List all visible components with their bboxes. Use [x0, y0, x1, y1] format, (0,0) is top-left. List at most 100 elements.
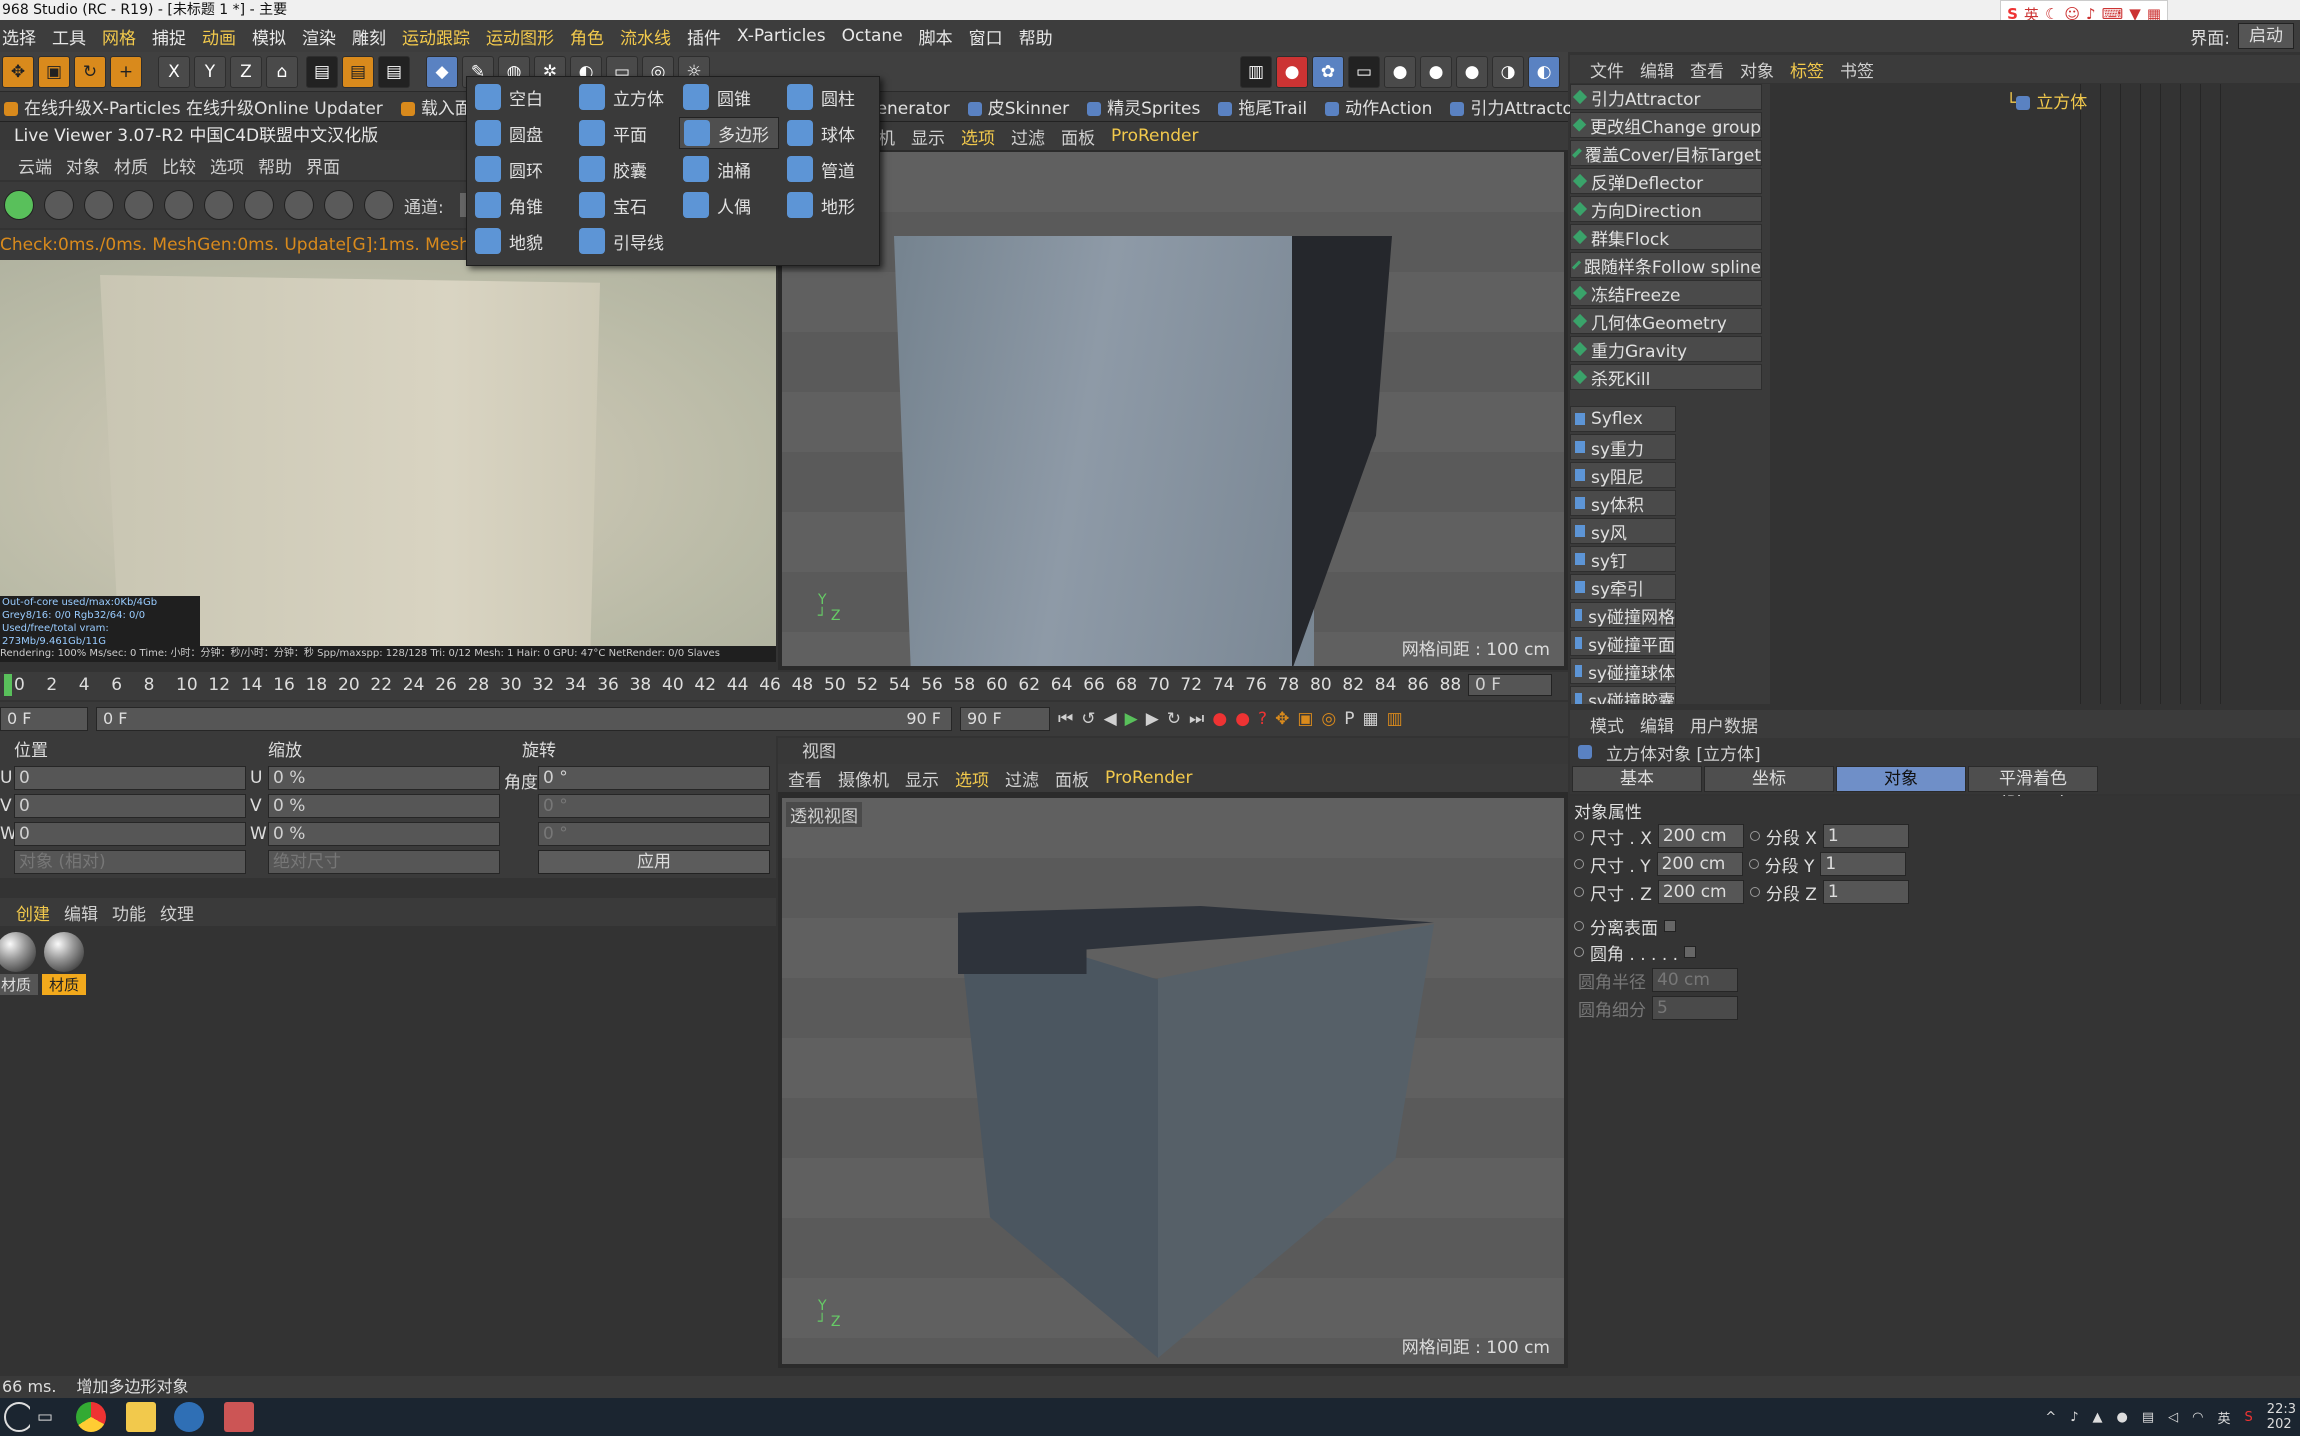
xp-tag-item[interactable]: 重力Gravity: [1570, 336, 1762, 362]
liveviewer-menu-item[interactable]: 云端: [18, 153, 52, 178]
menu-item[interactable]: Octane: [842, 26, 903, 46]
viewport-top-canvas[interactable]: Y ┘ Z 网格间距 : 100 cm: [782, 152, 1564, 666]
xp-tag-item[interactable]: 冻结Freeze: [1570, 280, 1762, 306]
material-icon[interactable]: [244, 190, 274, 220]
fillet-sub-field[interactable]: 5: [1652, 996, 1738, 1020]
tab-object[interactable]: 对象: [1836, 766, 1966, 792]
coord-system-icon[interactable]: ⌂: [266, 56, 298, 88]
keyframe-help-icon[interactable]: ?: [1258, 709, 1267, 729]
material-sphere3-icon[interactable]: ●: [1456, 56, 1488, 88]
add-tool-icon[interactable]: +: [110, 56, 142, 88]
material-sphere1-icon[interactable]: ●: [1384, 56, 1416, 88]
tray-lang[interactable]: 英: [2218, 1408, 2231, 1427]
om-menu-item[interactable]: 标签: [1790, 57, 1824, 82]
om-menu-item[interactable]: 对象: [1740, 57, 1774, 82]
auto-key-icon[interactable]: ●: [1235, 709, 1250, 729]
menu-item[interactable]: 运动图形: [486, 24, 554, 49]
start-frame-field[interactable]: 0 F: [0, 707, 88, 731]
anim-dot[interactable]: [1574, 859, 1584, 869]
am-menu-item[interactable]: 用户数据: [1690, 712, 1758, 737]
primitive-item[interactable]: 角锥: [471, 189, 571, 221]
wechat-icon[interactable]: ●: [2117, 1410, 2128, 1425]
primitive-item[interactable]: 平面: [575, 117, 675, 149]
timeline[interactable]: 0 2 4 6 8 10 12 14 16 18 20 22 24 26 28 30 32 34 36 38 40 42 4…: [0, 672, 1568, 700]
pos-u-field[interactable]: 0: [14, 766, 246, 790]
size-y-field[interactable]: 200 cm: [1656, 852, 1743, 876]
primitive-item[interactable]: 圆环: [471, 153, 571, 185]
xp-tag-item[interactable]: 杀死Kill: [1570, 364, 1762, 390]
sy-tag-item[interactable]: sy体积: [1570, 490, 1676, 516]
record-icon[interactable]: ●: [1212, 709, 1227, 729]
primitive-item[interactable]: 油桶: [679, 153, 779, 185]
seg-z-field[interactable]: 1: [1822, 880, 1909, 904]
current-frame-field[interactable]: 0 F: [1468, 674, 1552, 696]
pos-w-field[interactable]: 0: [14, 822, 246, 846]
sy-tag-item[interactable]: Syflex: [1570, 406, 1676, 432]
xp-tag-item[interactable]: 更改组Change group: [1570, 112, 1762, 138]
folder-icon[interactable]: [126, 1402, 156, 1432]
z-axis-icon[interactable]: Z: [230, 56, 262, 88]
sy-tag-item[interactable]: sy碰撞胶囊: [1570, 686, 1676, 704]
apply-button[interactable]: 应用: [538, 850, 770, 874]
material-menu-item[interactable]: 纹理: [160, 900, 194, 925]
task-view-icon[interactable]: ▭: [30, 1402, 60, 1432]
tab-phong[interactable]: 平滑着色(Phong): [1968, 766, 2098, 813]
primitive-item[interactable]: 空白: [471, 81, 571, 113]
menu-item[interactable]: 插件: [687, 24, 721, 49]
clock[interactable]: 22:3 202: [2267, 1402, 2296, 1432]
end-frame-field[interactable]: 90 F: [960, 707, 1050, 731]
pos-v-field[interactable]: 0: [14, 794, 246, 818]
rot-field-2[interactable]: 0 °: [538, 794, 770, 818]
viewport-menu-item[interactable]: ProRender: [1111, 126, 1199, 146]
rot-field-1[interactable]: 0 °: [538, 766, 770, 790]
sy-tag-item[interactable]: sy重力: [1570, 434, 1676, 460]
tree-node-cube[interactable]: └ 立方体: [2006, 88, 2087, 113]
region-icon[interactable]: [124, 190, 154, 220]
xp-bar-item[interactable]: 动作Action: [1325, 94, 1432, 119]
rotate-tool-icon[interactable]: ↻: [74, 56, 106, 88]
xp-tag-item[interactable]: 几何体Geometry: [1570, 308, 1762, 334]
xp-tag-item[interactable]: 反弹Deflector: [1570, 168, 1762, 194]
octane-toggle-icon[interactable]: ◐: [1528, 56, 1560, 88]
menu-item[interactable]: 雕刻: [352, 24, 386, 49]
lock-icon[interactable]: [204, 190, 234, 220]
render-settings-icon[interactable]: ▤: [378, 56, 410, 88]
menu-item[interactable]: 网格: [102, 24, 136, 49]
network-icon[interactable]: ▤: [2142, 1410, 2154, 1425]
primitive-item[interactable]: 地貌: [471, 225, 571, 257]
xp-bar-item[interactable]: 皮Skinner: [967, 94, 1069, 119]
primitive-item[interactable]: 立方体: [575, 81, 675, 113]
anim-dot[interactable]: [1749, 887, 1760, 897]
coord-mode-dropdown[interactable]: 对象 (相对): [14, 850, 246, 874]
key-pla-icon[interactable]: ▦: [1363, 709, 1379, 729]
timeline-menu-icon[interactable]: ▥: [1387, 709, 1403, 729]
cube-object-icon[interactable]: ◆: [426, 56, 458, 88]
anim-dot[interactable]: [1749, 831, 1760, 841]
liveviewer-menu-item[interactable]: 选项: [210, 153, 244, 178]
primitive-item[interactable]: 引导线: [575, 225, 675, 257]
render-picture-icon[interactable]: ▤: [342, 56, 374, 88]
sy-tag-item[interactable]: sy阻尼: [1570, 462, 1676, 488]
primitive-item[interactable]: 圆锥: [679, 81, 779, 113]
primitive-item[interactable]: 胶囊: [575, 153, 675, 185]
octane-scene-icon[interactable]: ✿: [1312, 56, 1344, 88]
sy-tag-item[interactable]: sy风: [1570, 518, 1676, 544]
material-thumb[interactable]: 材质: [42, 932, 86, 995]
render-view-icon[interactable]: ▤: [306, 56, 338, 88]
menu-item[interactable]: 角色: [570, 24, 604, 49]
scale-tool-icon[interactable]: ▣: [38, 56, 70, 88]
move-tool-icon[interactable]: ✥: [2, 56, 34, 88]
size-x-field[interactable]: 200 cm: [1657, 824, 1744, 848]
viewport-menu-item[interactable]: 显示: [911, 124, 945, 149]
rot-field-3[interactable]: 0 °: [538, 822, 770, 846]
menu-item[interactable]: 模拟: [252, 24, 286, 49]
primitive-item[interactable]: 球体: [783, 117, 883, 149]
settings-gear-icon[interactable]: [164, 190, 194, 220]
om-menu-item[interactable]: 编辑: [1640, 57, 1674, 82]
prev-key-icon[interactable]: ↺: [1081, 709, 1095, 729]
key-rot-icon[interactable]: ◎: [1321, 709, 1336, 729]
object-tree[interactable]: └ 立方体: [1770, 84, 2300, 704]
viewport-menu-item[interactable]: ProRender: [1105, 768, 1193, 788]
seg-x-field[interactable]: 1: [1822, 824, 1909, 848]
menu-item[interactable]: 捕捉: [152, 24, 186, 49]
